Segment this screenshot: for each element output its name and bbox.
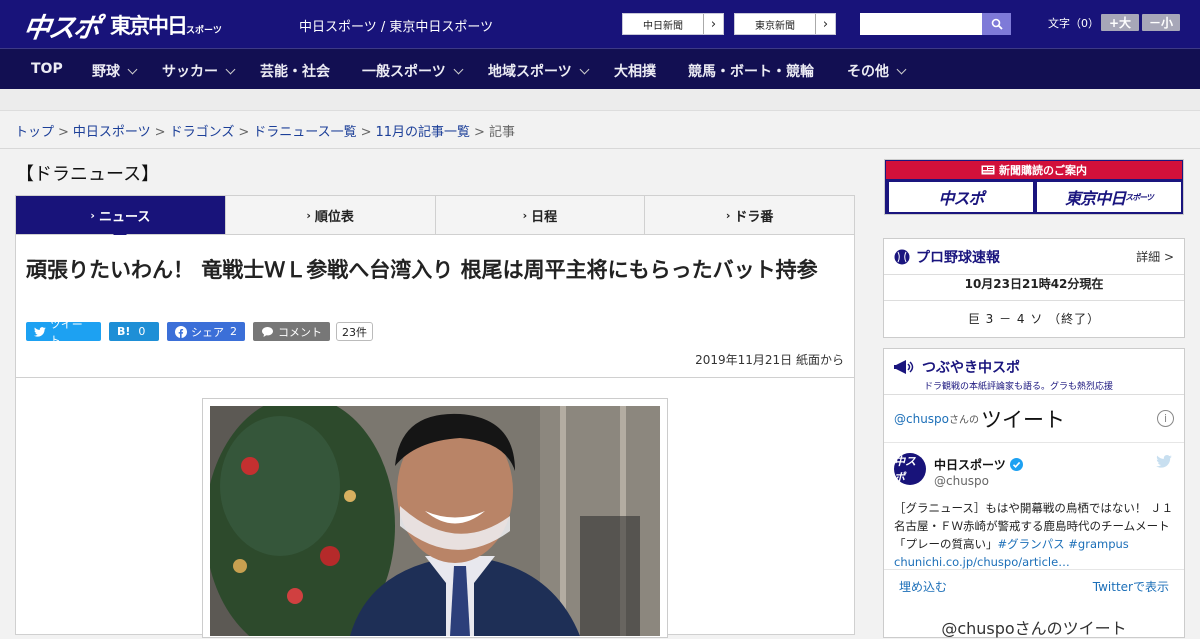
- tweet-button[interactable]: ツイート: [26, 318, 101, 347]
- font-size-label: 文字（0）: [1048, 17, 1099, 30]
- main-nav: TOP 野球 サッカー 芸能・社会 一般スポーツ 地域スポーツ 大相撲 競馬・ボ…: [0, 48, 1200, 89]
- nav-item-sumo[interactable]: 大相撲: [614, 61, 656, 81]
- twitter-timeline-header: @chuspo さんの ツイート i: [884, 395, 1184, 443]
- baseball-icon: [894, 249, 910, 264]
- chuspo-logo[interactable]: 中スポ: [21, 6, 101, 45]
- chevron-down-icon: [127, 64, 138, 74]
- tsubuyaki-widget: つぶやき中スポ ドラ観戦の本紙評論家も語る。グラも熱烈応援 @chuspo さん…: [883, 348, 1185, 638]
- divider: [16, 377, 854, 378]
- nav-item-entertainment[interactable]: 芸能・社会: [260, 61, 330, 81]
- hatena-bookmark-button[interactable]: B! 0: [109, 322, 159, 341]
- embed-link[interactable]: 埋め込む: [899, 578, 947, 595]
- player-photo-illustration: [210, 406, 660, 636]
- breadcrumb-dragons[interactable]: ドラゴンズ: [170, 125, 235, 140]
- site-names: 中日スポーツ / 東京中日スポーツ: [299, 20, 494, 35]
- speech-bubble-icon: [262, 326, 273, 337]
- chunichi-shimbun-button[interactable]: 中日新聞 ›: [622, 13, 724, 35]
- tokyo-shimbun-button[interactable]: 東京新聞 ›: [734, 13, 836, 35]
- chevron-down-icon: [453, 64, 464, 74]
- subscription-banner[interactable]: 新聞購読のご案内 中スポ 東京中日 スポーツ: [884, 159, 1184, 215]
- chevron-right-icon: ›: [815, 14, 835, 34]
- next-timeline-heading: @chuspoさんのツイート: [941, 619, 1127, 638]
- subscription-banner-top: 新聞購読のご案内: [886, 161, 1182, 179]
- chevron-right-icon: ›: [725, 208, 731, 222]
- tweet-article-link[interactable]: chunichi.co.jp/chuspo/article…: [894, 555, 1070, 569]
- font-smaller-button[interactable]: －小: [1142, 14, 1180, 31]
- share-row: ツイート B! 0 シェア 2 コメント 23件: [26, 318, 373, 347]
- article: 頑張りたいわん！ 竜戦士ＷＬ参戦へ台湾入り 根尾は周平主将にもらったバット持参 …: [15, 235, 855, 638]
- nav-item-top[interactable]: TOP: [31, 61, 63, 77]
- nav-item-racing[interactable]: 競馬・ボート・競輪: [688, 61, 814, 81]
- newspaper-icon: [981, 165, 995, 175]
- twitter-bird-icon: [34, 326, 46, 337]
- timeline-handle-link[interactable]: @chuspo: [894, 412, 949, 426]
- tokyo-chunichi-logo[interactable]: 東京中日スポーツ: [110, 10, 222, 40]
- chevron-down-icon: [896, 64, 907, 74]
- hashtag-link[interactable]: #grampus: [1068, 537, 1129, 551]
- breadcrumb: トップ > 中日スポーツ > ドラゴンズ > ドラニュース一覧 >11月の記事一覧 > 記事: [15, 125, 515, 140]
- nav-item-baseball[interactable]: 野球: [92, 61, 138, 81]
- info-icon[interactable]: i: [1157, 410, 1174, 427]
- section-title: 【ドラニュース】: [16, 164, 160, 185]
- game-score[interactable]: 巨 3 － 4 ソ （終了）: [884, 301, 1184, 337]
- tweet-footer: 埋め込む Twitterで表示: [884, 569, 1184, 603]
- nav-item-local-sports[interactable]: 地域スポーツ: [488, 61, 590, 81]
- chevron-right-icon: ›: [306, 208, 311, 222]
- chevron-down-icon: [225, 64, 236, 74]
- verified-badge-icon: [1009, 458, 1023, 471]
- spacer-band: [0, 89, 1200, 111]
- breadcrumb-dranews-list[interactable]: ドラニュース一覧: [253, 125, 356, 140]
- tweet-author-name[interactable]: 中日スポーツ: [934, 456, 1023, 473]
- tab-dora-ban[interactable]: › ドラ番: [645, 196, 854, 234]
- tsubuyaki-header: つぶやき中スポ ドラ観戦の本紙評論家も語る。グラも熱烈応援: [884, 349, 1184, 395]
- divider: [0, 148, 1200, 149]
- search-icon: [991, 18, 1003, 30]
- nav-item-soccer[interactable]: サッカー: [162, 61, 236, 81]
- facebook-share-button[interactable]: シェア 2: [167, 322, 245, 341]
- tsubuyaki-title: つぶやき中スポ: [922, 360, 1020, 376]
- comment-count[interactable]: 23件: [336, 322, 373, 341]
- tweet-item[interactable]: 中スポ 中日スポーツ @chuspo ［グラニュース］もはや開幕戦の鳥栖ではない…: [884, 443, 1184, 569]
- subscribe-chuspo-button[interactable]: 中スポ: [889, 182, 1033, 212]
- pro-baseball-header: プロ野球速報 詳細 >: [884, 239, 1184, 275]
- breadcrumb-top[interactable]: トップ: [15, 125, 54, 140]
- comment-button[interactable]: コメント: [253, 322, 330, 341]
- chevron-right-icon: ›: [522, 208, 528, 222]
- tab-standings[interactable]: › 順位表: [226, 196, 436, 234]
- tab-schedule[interactable]: › 日程: [436, 196, 646, 234]
- article-photo[interactable]: [210, 406, 660, 636]
- breadcrumb-current: 記事: [488, 125, 515, 140]
- nav-item-general-sports[interactable]: 一般スポーツ: [362, 61, 464, 81]
- top-header: 中スポ 東京中日スポーツ 中日スポーツ / 東京中日スポーツ 中日新聞 › 東京…: [0, 0, 1200, 48]
- pro-baseball-timestamp: 10月23日21時42分現在: [884, 275, 1184, 301]
- font-bigger-button[interactable]: +大: [1101, 14, 1139, 31]
- search-input[interactable]: [860, 13, 982, 35]
- hashtag-link[interactable]: #グランパス: [998, 537, 1065, 551]
- tweet-author-handle[interactable]: @chuspo: [934, 474, 989, 488]
- pro-baseball-widget: プロ野球速報 詳細 > 10月23日21時42分現在 巨 3 － 4 ソ （終了…: [883, 238, 1185, 338]
- chevron-right-icon: ›: [90, 208, 95, 222]
- section-tabs: › ニュース › 順位表 › 日程 › ドラ番: [15, 195, 855, 241]
- twitter-bird-icon[interactable]: [1156, 455, 1172, 468]
- breadcrumb-november-list[interactable]: 11月の記事一覧: [376, 125, 471, 140]
- hatena-icon: B!: [117, 325, 131, 338]
- megaphone-icon: [894, 360, 914, 374]
- chevron-down-icon: [579, 64, 590, 74]
- tab-news[interactable]: › ニュース: [16, 196, 226, 241]
- article-headline: 頑張りたいわん！ 竜戦士ＷＬ参戦へ台湾入り 根尾は周平主将にもらったバット持参: [26, 258, 818, 282]
- subscribe-tokyo-chunichi-button[interactable]: 東京中日 スポーツ: [1037, 182, 1181, 212]
- facebook-icon: [175, 325, 187, 338]
- chevron-right-icon: ›: [703, 14, 723, 34]
- avatar[interactable]: 中スポ: [894, 453, 926, 485]
- tsubuyaki-subtitle: ドラ観戦の本紙評論家も語る。グラも熱烈応援: [924, 382, 1114, 392]
- nav-item-other[interactable]: その他: [847, 61, 907, 81]
- breadcrumb-chuspo[interactable]: 中日スポーツ: [73, 125, 151, 140]
- article-photo-frame: [202, 398, 668, 638]
- view-on-twitter-link[interactable]: Twitterで表示: [1093, 578, 1169, 595]
- search-button[interactable]: [982, 13, 1011, 35]
- pro-baseball-detail-link[interactable]: 詳細 >: [1136, 248, 1174, 265]
- tweet-text: ［グラニュース］もはや開幕戦の鳥栖ではない！ Ｊ１名古屋・ＦＷ赤崎が警戒する鹿島…: [894, 501, 1174, 569]
- pro-baseball-title: プロ野球速報: [916, 249, 1000, 266]
- article-date: 2019年11月21日 紙面から: [695, 353, 844, 367]
